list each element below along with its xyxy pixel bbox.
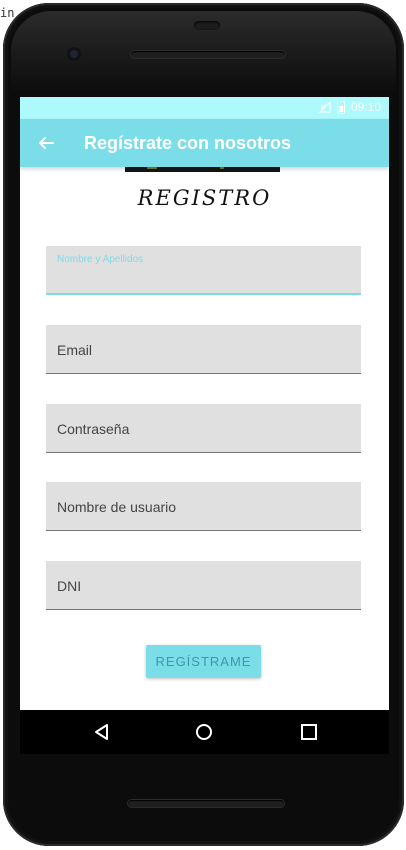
status-icons: 09:10 <box>318 100 381 114</box>
signal-icon <box>318 101 331 113</box>
status-bar: 09:10 <box>20 97 389 119</box>
system-nav-bar <box>20 710 389 754</box>
square-recents-icon[interactable] <box>299 722 319 742</box>
app-bar: Regístrate con nosotros <box>20 119 389 167</box>
full-name-label: Nombre y Apellidos <box>57 254 144 265</box>
register-button[interactable]: REGÍSTRAME <box>146 645 261 678</box>
email-placeholder: Email <box>57 342 93 358</box>
circle-home-icon[interactable] <box>194 722 214 742</box>
app-bar-title: Regístrate con nosotros <box>84 133 292 153</box>
dni-placeholder: DNI <box>57 578 82 594</box>
earpiece <box>194 21 220 30</box>
top-speaker-grille <box>131 51 285 58</box>
password-field[interactable]: Contraseña <box>46 404 361 453</box>
bottom-speaker-grille <box>128 800 284 807</box>
status-time: 09:10 <box>350 100 381 114</box>
banner-image-strip <box>125 167 280 172</box>
arrow-left-icon[interactable] <box>34 131 58 155</box>
dni-field[interactable]: DNI <box>46 561 361 610</box>
username-field[interactable]: Nombre de usuario <box>46 482 361 531</box>
battery-icon <box>336 100 345 114</box>
app-screen: 09:10 Regístrate con nosotros REGISTRO N… <box>20 97 389 710</box>
username-placeholder: Nombre de usuario <box>57 499 177 515</box>
triangle-back-icon[interactable] <box>92 722 112 742</box>
email-field[interactable]: Email <box>46 325 361 374</box>
full-name-field[interactable]: Nombre y Apellidos <box>46 246 361 295</box>
front-camera-icon <box>67 47 81 61</box>
registro-heading: REGISTRO <box>137 186 272 210</box>
password-placeholder: Contraseña <box>57 421 130 437</box>
